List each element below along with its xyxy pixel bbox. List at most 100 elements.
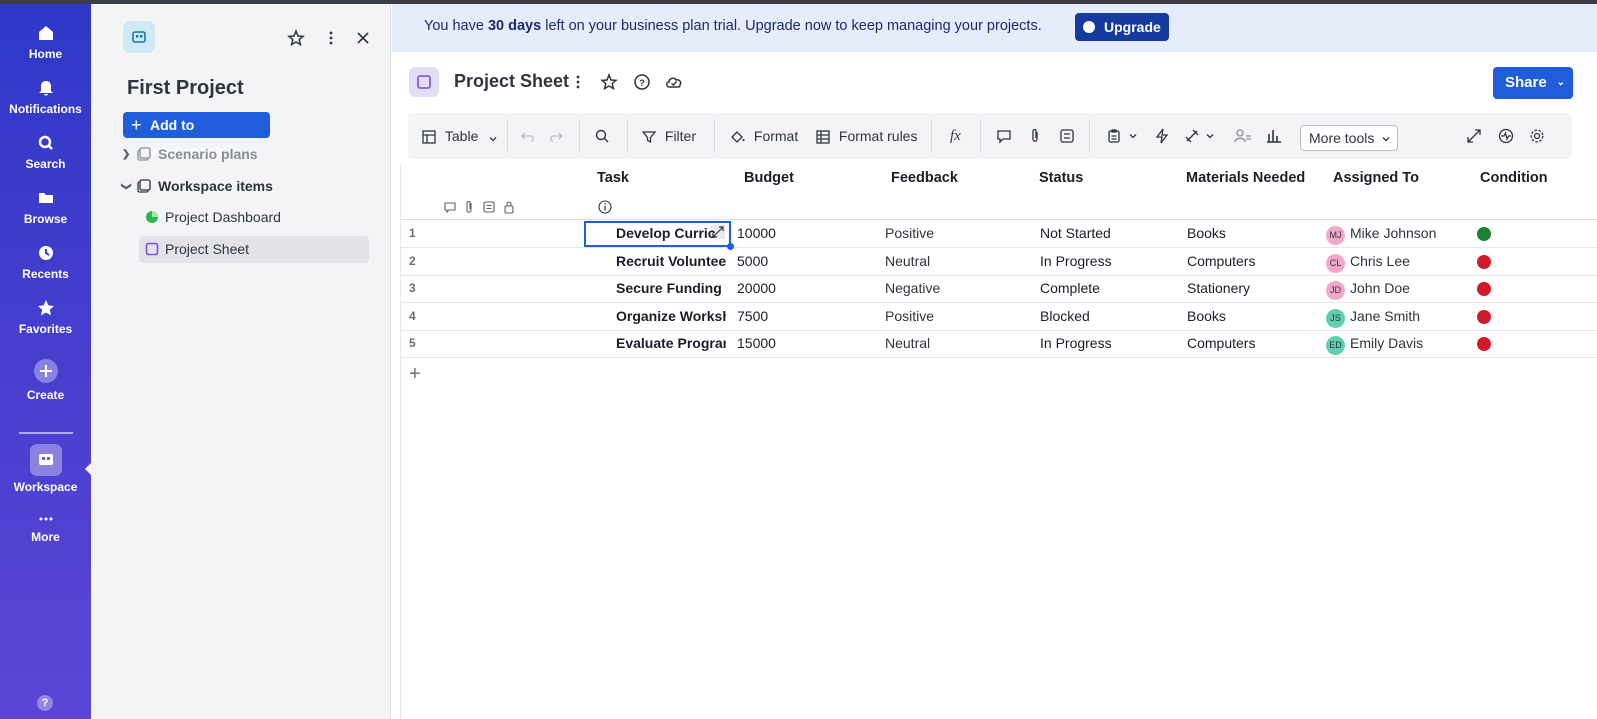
task-cell[interactable]: Organize Worksh <box>616 303 726 330</box>
favorite-star-icon[interactable] <box>599 72 619 92</box>
more-tools-button[interactable]: More tools <box>1300 125 1398 151</box>
column-header-task[interactable]: Task <box>597 170 629 186</box>
clipboard-icon[interactable] <box>1106 128 1122 144</box>
column-header-materials[interactable]: Materials Needed <box>1186 170 1305 186</box>
chevron-down-icon[interactable] <box>1128 131 1138 141</box>
condition-indicator[interactable] <box>1477 254 1491 269</box>
add-row-button[interactable]: + <box>409 363 421 386</box>
assigned-cell[interactable]: CL Chris Lee <box>1326 248 1466 275</box>
rail-item-browse[interactable]: Browse <box>0 188 91 226</box>
status-cell[interactable]: In Progress <box>1040 330 1170 357</box>
rail-item-favorites[interactable]: Favorites <box>0 298 91 336</box>
status-cell[interactable]: Complete <box>1040 275 1170 302</box>
rail-item-notifications[interactable]: Notifications <box>0 78 91 116</box>
automation-bolt-icon[interactable] <box>1154 128 1170 144</box>
format-rules-button[interactable]: Format rules <box>816 113 917 159</box>
redo-icon[interactable] <box>548 128 564 144</box>
status-cell[interactable]: Blocked <box>1040 303 1170 330</box>
feedback-cell[interactable]: Neutral <box>885 330 1025 357</box>
attachment-icon[interactable] <box>1027 128 1043 144</box>
tree-item-scenario-plans[interactable]: ❯ Scenario plans <box>122 141 258 168</box>
feedback-cell[interactable]: Negative <box>885 275 1025 302</box>
settings-gear-icon[interactable] <box>1529 128 1545 144</box>
cloud-saved-icon[interactable] <box>664 72 684 92</box>
view-switcher[interactable]: Table <box>422 113 498 159</box>
add-to-workspace-button[interactable]: + Add to workspace <box>123 112 270 159</box>
task-cell[interactable]: Evaluate Progran <box>616 330 726 357</box>
materials-cell[interactable]: Books <box>1187 220 1317 247</box>
budget-cell[interactable]: 5000 <box>737 248 867 275</box>
status-cell[interactable]: Not Started <box>1040 220 1170 247</box>
table-row[interactable]: 4 Organize Worksh 7500 Positive Blocked Books… <box>401 303 1597 331</box>
table-row[interactable]: 2 Recruit Voluntee 5000 Neutral In Progress C… <box>401 248 1597 276</box>
tree-item-project-sheet[interactable]: Project Sheet <box>139 236 369 263</box>
column-header-status[interactable]: Status <box>1039 170 1083 186</box>
chevron-down-icon[interactable] <box>1205 131 1215 141</box>
upgrade-button[interactable]: Upgrade <box>1075 13 1169 41</box>
chart-icon[interactable] <box>1266 128 1282 144</box>
kebab-menu-icon[interactable] <box>568 72 588 92</box>
condition-indicator[interactable] <box>1477 337 1491 352</box>
feedback-cell[interactable]: Neutral <box>885 248 1025 275</box>
info-icon[interactable] <box>598 200 612 214</box>
kebab-menu-icon[interactable] <box>321 28 341 48</box>
favorite-star-icon[interactable] <box>286 28 306 48</box>
formula-icon[interactable]: fx <box>950 113 961 159</box>
budget-cell[interactable]: 7500 <box>737 303 867 330</box>
filter-button[interactable]: Filter <box>641 113 696 159</box>
help-circle-icon[interactable]: ? <box>632 72 652 92</box>
activity-icon[interactable] <box>1498 128 1514 144</box>
column-header-budget[interactable]: Budget <box>744 170 794 186</box>
user-access-icon[interactable] <box>1234 128 1252 144</box>
comment-icon[interactable] <box>996 128 1012 144</box>
assigned-cell[interactable]: MJ Mike Johnson <box>1326 220 1466 247</box>
undo-icon[interactable] <box>520 128 536 144</box>
condition-indicator[interactable] <box>1477 309 1491 324</box>
task-cell[interactable]: Recruit Voluntee <box>616 248 726 275</box>
table-row[interactable]: 5 Evaluate Progran 15000 Neutral In Progress… <box>401 330 1597 359</box>
proof-icon[interactable] <box>1059 128 1075 144</box>
sheet-main: You have 30 days left on your business p… <box>392 4 1597 719</box>
task-cell[interactable]: Secure Funding <box>616 275 726 302</box>
rail-item-search[interactable]: Search <box>0 133 91 171</box>
tree-item-workspace-items[interactable]: ❯ Workspace items <box>121 173 273 200</box>
column-header-condition[interactable]: Condition <box>1480 170 1548 186</box>
table-row[interactable]: 1 Develop Curric 10000 Positive Not Started B… <box>401 220 1597 250</box>
trial-message: You have 30 days left on your business p… <box>424 18 1042 34</box>
rail-item-recents[interactable]: Recents <box>0 243 91 281</box>
rail-item-more[interactable]: More <box>0 512 91 544</box>
assigned-cell[interactable]: JD John Doe <box>1326 275 1466 302</box>
avatar: JD <box>1326 281 1345 301</box>
materials-cell[interactable]: Computers <box>1187 330 1317 357</box>
help-icon[interactable]: ? <box>37 695 53 711</box>
rail-item-home[interactable]: Home <box>0 23 91 61</box>
materials-cell[interactable]: Computers <box>1187 248 1317 275</box>
materials-cell[interactable]: Stationery <box>1187 275 1317 302</box>
condition-indicator[interactable] <box>1477 227 1491 241</box>
task-cell[interactable]: Develop Curric <box>616 220 726 247</box>
close-icon[interactable] <box>353 28 373 48</box>
budget-cell[interactable]: 15000 <box>737 330 867 357</box>
connections-icon[interactable] <box>1184 128 1200 144</box>
format-button[interactable]: Format <box>730 113 798 159</box>
column-header-assigned[interactable]: Assigned To <box>1333 170 1419 186</box>
tree-item-project-dashboard[interactable]: Project Dashboard <box>139 204 369 231</box>
condition-indicator[interactable] <box>1477 282 1491 297</box>
materials-cell[interactable]: Books <box>1187 303 1317 330</box>
rail-label: Notifications <box>9 102 82 116</box>
expand-icon[interactable] <box>1466 128 1482 144</box>
feedback-cell[interactable]: Positive <box>885 220 1025 247</box>
column-header-feedback[interactable]: Feedback <box>891 170 958 186</box>
search-icon[interactable] <box>594 128 610 144</box>
share-button[interactable]: Share ⌄ <box>1493 67 1573 99</box>
rail-item-workspace[interactable]: Workspace <box>0 444 91 494</box>
status-cell[interactable]: In Progress <box>1040 248 1170 275</box>
chevron-down-icon[interactable]: ⌄ <box>1557 67 1565 99</box>
budget-cell[interactable]: 20000 <box>737 275 867 302</box>
feedback-cell[interactable]: Positive <box>885 303 1025 330</box>
assigned-cell[interactable]: ED Emily Davis <box>1326 330 1466 357</box>
rail-item-create[interactable]: Create <box>0 358 91 402</box>
assigned-cell[interactable]: JS Jane Smith <box>1326 303 1466 330</box>
budget-cell[interactable]: 10000 <box>737 220 867 247</box>
table-row[interactable]: 3 Secure Funding 20000 Negative Complete Stat… <box>401 275 1597 304</box>
